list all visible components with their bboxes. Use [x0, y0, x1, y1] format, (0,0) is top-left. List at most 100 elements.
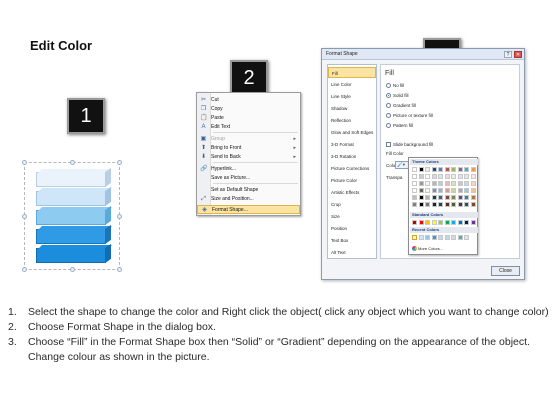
color-swatch[interactable] [464, 188, 469, 193]
color-swatch[interactable] [418, 195, 424, 200]
color-swatch[interactable] [438, 188, 443, 193]
standard-color-swatch[interactable] [418, 220, 424, 225]
bar-segment[interactable] [36, 167, 112, 188]
color-swatch[interactable] [418, 174, 424, 179]
fill-option-radio[interactable]: No fill [386, 82, 404, 89]
color-swatch[interactable] [470, 188, 476, 193]
color-swatch[interactable] [425, 202, 430, 207]
nav-item-alt-text[interactable]: Alt Text [328, 247, 376, 258]
color-swatch[interactable] [438, 174, 443, 179]
color-swatch[interactable] [418, 181, 424, 186]
nav-item-line-color[interactable]: Line Color [328, 79, 376, 90]
color-swatch[interactable] [418, 188, 424, 193]
menu-item[interactable]: 📋 Paste [197, 114, 300, 123]
color-swatch[interactable] [451, 167, 456, 172]
color-swatch[interactable] [412, 181, 417, 186]
color-swatch[interactable] [444, 188, 450, 193]
color-swatch[interactable] [464, 202, 469, 207]
color-swatch[interactable] [431, 167, 437, 172]
standard-color-swatch[interactable] [431, 220, 437, 225]
bar-segment[interactable] [36, 186, 112, 207]
color-swatch[interactable] [412, 202, 417, 207]
menu-item[interactable]: ❐ Copy [197, 105, 300, 114]
fill-option-radio[interactable]: Gradient fill [386, 102, 416, 109]
color-swatch[interactable] [431, 195, 437, 200]
color-swatch[interactable] [412, 174, 417, 179]
recent-color-swatch[interactable] [431, 235, 437, 240]
nav-item-artistic-effects[interactable]: Artistic Effects [328, 187, 376, 198]
color-swatch[interactable] [451, 174, 456, 179]
nav-item-picture-corrections[interactable]: Picture Corrections [328, 163, 376, 174]
nav-item-text-box[interactable]: Text Box [328, 235, 376, 246]
color-swatch[interactable] [451, 202, 456, 207]
standard-color-swatch[interactable] [425, 220, 430, 225]
menu-item[interactable]: ⬇ Send to Back ▸ [197, 153, 300, 162]
nav-item-3-d-rotation[interactable]: 3-D Rotation [328, 151, 376, 162]
color-swatch[interactable] [418, 202, 424, 207]
fill-option-radio[interactable]: Picture or texture fill [386, 112, 433, 119]
standard-color-swatch[interactable] [464, 220, 469, 225]
color-swatch[interactable] [457, 195, 463, 200]
radio-button[interactable] [386, 103, 391, 109]
color-swatch[interactable] [451, 181, 456, 186]
color-swatch[interactable] [431, 174, 437, 179]
menu-item[interactable]: ◈ Format Shape... [197, 205, 300, 214]
color-swatch[interactable] [457, 188, 463, 193]
standard-color-swatch[interactable] [438, 220, 443, 225]
help-button[interactable]: ? [504, 51, 512, 58]
color-swatch[interactable] [457, 202, 463, 207]
color-swatch[interactable] [412, 167, 417, 172]
color-swatch[interactable] [438, 202, 443, 207]
resize-handle[interactable] [70, 267, 75, 272]
nav-item-reflection[interactable]: Reflection [328, 115, 376, 126]
recent-color-swatch[interactable] [418, 235, 424, 240]
nav-item-3-d-format[interactable]: 3-D Format [328, 139, 376, 150]
close-icon[interactable]: ✕ [514, 51, 522, 58]
nav-item-fill[interactable]: Fill [328, 67, 376, 78]
fill-option-radio[interactable]: Pattern fill [386, 122, 413, 129]
color-swatch[interactable] [412, 188, 417, 193]
color-swatch[interactable] [412, 195, 417, 200]
color-swatch[interactable] [464, 167, 469, 172]
color-swatch[interactable] [470, 202, 476, 207]
standard-color-swatch[interactable] [457, 220, 463, 225]
resize-handle[interactable] [117, 267, 122, 272]
color-swatch[interactable] [444, 195, 450, 200]
radio-button[interactable] [386, 93, 391, 99]
recent-color-swatch[interactable] [444, 235, 450, 240]
color-swatch[interactable] [438, 195, 443, 200]
nav-item-crop[interactable]: Crop [328, 199, 376, 210]
color-swatch[interactable] [457, 174, 463, 179]
color-swatch[interactable] [464, 181, 469, 186]
radio-button[interactable] [386, 123, 391, 129]
color-swatch[interactable] [464, 195, 469, 200]
fill-option-radio[interactable]: Solid fill [386, 92, 409, 99]
bar-segment[interactable] [36, 243, 112, 264]
color-swatch[interactable] [451, 188, 456, 193]
recent-color-swatch[interactable] [451, 235, 456, 240]
menu-item[interactable]: ▣ Group ▸ [197, 135, 300, 144]
color-swatch[interactable] [438, 181, 443, 186]
color-swatch[interactable] [425, 195, 430, 200]
color-swatch[interactable] [444, 174, 450, 179]
bar-segment[interactable] [36, 205, 112, 226]
recent-color-swatch[interactable] [412, 235, 417, 240]
menu-item[interactable]: ✂ Cut [197, 96, 300, 105]
recent-color-swatch[interactable] [425, 235, 430, 240]
color-swatch[interactable] [464, 174, 469, 179]
color-swatch[interactable] [425, 167, 430, 172]
dialog-close-button[interactable]: Close [491, 266, 520, 276]
color-swatch[interactable] [425, 188, 430, 193]
color-swatch[interactable] [425, 181, 430, 186]
color-swatch[interactable] [425, 174, 430, 179]
nav-item-position[interactable]: Position [328, 223, 376, 234]
nav-item-shadow[interactable]: Shadow [328, 103, 376, 114]
standard-color-swatch[interactable] [412, 220, 417, 225]
resize-handle[interactable] [22, 267, 27, 272]
slide-background-fill-checkbox[interactable]: Slide background fill [386, 141, 433, 148]
nav-item-line-style[interactable]: Line Style [328, 91, 376, 102]
color-swatch[interactable] [431, 181, 437, 186]
color-swatch[interactable] [470, 181, 476, 186]
standard-color-swatch[interactable] [451, 220, 456, 225]
color-swatch[interactable] [470, 167, 476, 172]
